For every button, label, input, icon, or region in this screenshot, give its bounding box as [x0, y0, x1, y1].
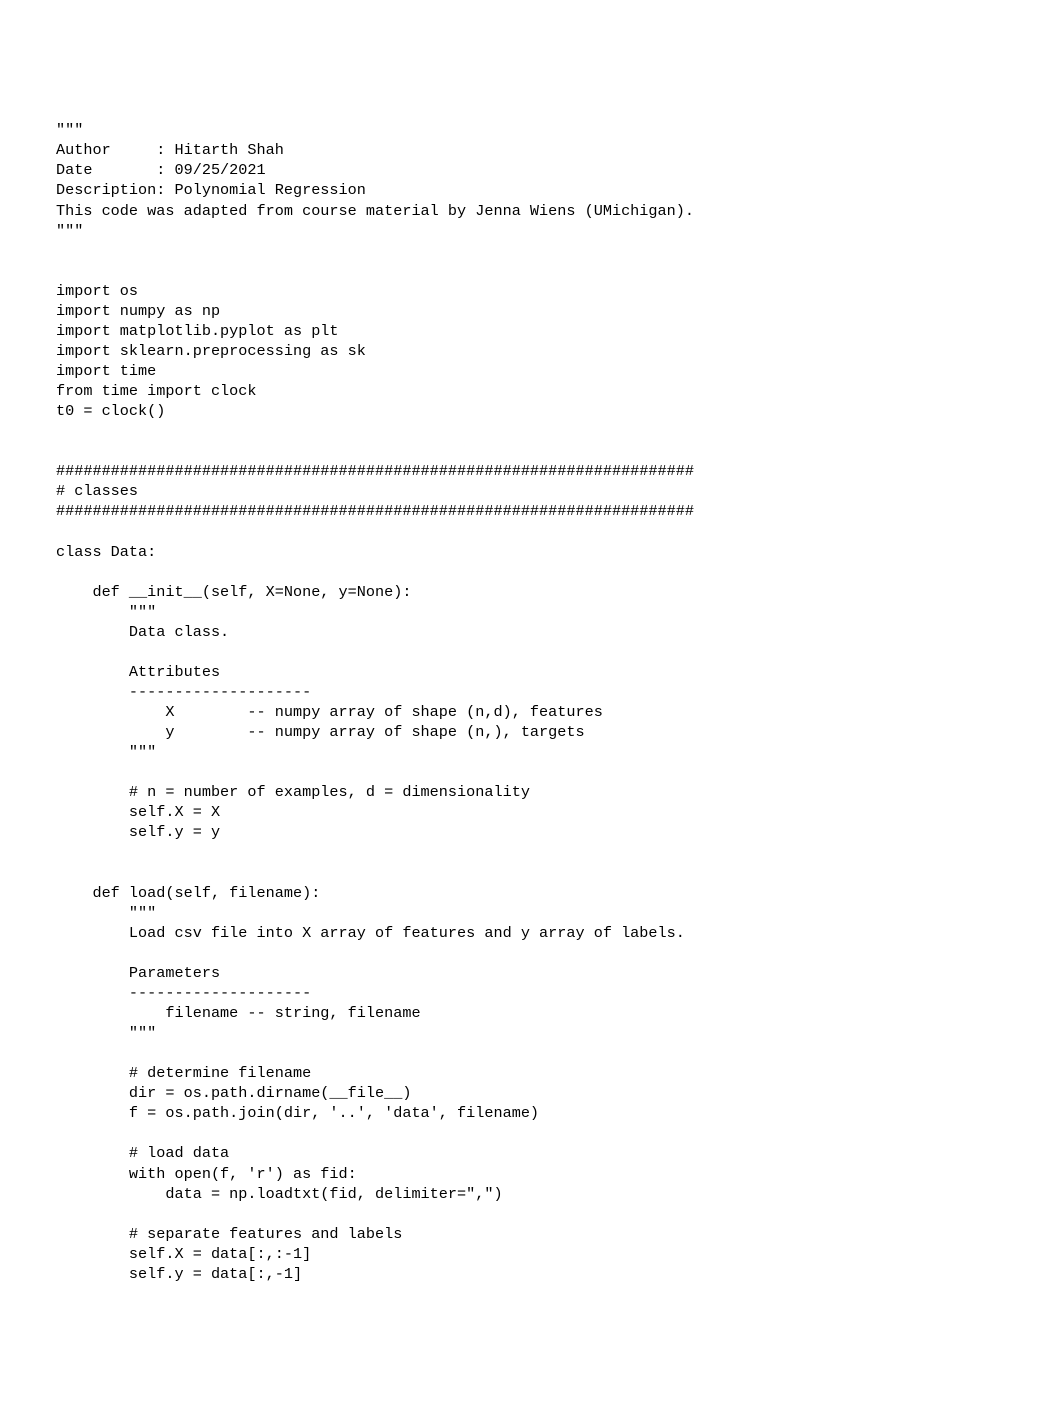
- code-line: def __init__(self, X=None, y=None):: [56, 582, 1022, 602]
- code-line: def load(self, filename):: [56, 883, 1022, 903]
- code-line: Parameters: [56, 963, 1022, 983]
- code-line: Description: Polynomial Regression: [56, 180, 1022, 200]
- code-line: Author : Hitarth Shah: [56, 140, 1022, 160]
- code-line: X -- numpy array of shape (n,d), feature…: [56, 702, 1022, 722]
- code-line: """: [56, 221, 1022, 241]
- code-line: self.y = y: [56, 822, 1022, 842]
- code-line: f = os.path.join(dir, '..', 'data', file…: [56, 1103, 1022, 1123]
- code-line: import os: [56, 281, 1022, 301]
- code-line: [56, 863, 1022, 883]
- code-line: self.y = data[:,-1]: [56, 1264, 1022, 1284]
- code-line: --------------------: [56, 983, 1022, 1003]
- code-line: [56, 642, 1022, 662]
- code-line: [56, 441, 1022, 461]
- code-line: filename -- string, filename: [56, 1003, 1022, 1023]
- code-line: ########################################…: [56, 461, 1022, 481]
- code-line: """: [56, 903, 1022, 923]
- code-line: # determine filename: [56, 1063, 1022, 1083]
- code-line: [56, 241, 1022, 261]
- code-line: import matplotlib.pyplot as plt: [56, 321, 1022, 341]
- code-line: [56, 522, 1022, 542]
- code-line: [56, 843, 1022, 863]
- code-line: Attributes: [56, 662, 1022, 682]
- code-line: # n = number of examples, d = dimensiona…: [56, 782, 1022, 802]
- code-line: self.X = X: [56, 802, 1022, 822]
- code-line: # classes: [56, 481, 1022, 501]
- code-line: import numpy as np: [56, 301, 1022, 321]
- code-line: from time import clock: [56, 381, 1022, 401]
- code-line: """: [56, 742, 1022, 762]
- code-line: This code was adapted from course materi…: [56, 201, 1022, 221]
- code-line: class Data:: [56, 542, 1022, 562]
- code-line: """: [56, 1023, 1022, 1043]
- code-line: with open(f, 'r') as fid:: [56, 1164, 1022, 1184]
- code-line: data = np.loadtxt(fid, delimiter=","): [56, 1184, 1022, 1204]
- code-line: [56, 943, 1022, 963]
- code-line: self.X = data[:,:-1]: [56, 1244, 1022, 1264]
- code-line: Load csv file into X array of features a…: [56, 923, 1022, 943]
- code-line: [56, 1204, 1022, 1224]
- code-line: """: [56, 602, 1022, 622]
- code-line: [56, 421, 1022, 441]
- code-line: # separate features and labels: [56, 1224, 1022, 1244]
- code-document: """Author : Hitarth ShahDate : 09/25/202…: [56, 120, 1022, 1284]
- code-line: import sklearn.preprocessing as sk: [56, 341, 1022, 361]
- code-line: """: [56, 120, 1022, 140]
- code-line: [56, 1123, 1022, 1143]
- code-line: Data class.: [56, 622, 1022, 642]
- code-line: [56, 1043, 1022, 1063]
- code-line: t0 = clock(): [56, 401, 1022, 421]
- code-line: [56, 762, 1022, 782]
- code-line: import time: [56, 361, 1022, 381]
- code-line: dir = os.path.dirname(__file__): [56, 1083, 1022, 1103]
- code-line: Date : 09/25/2021: [56, 160, 1022, 180]
- code-line: # load data: [56, 1143, 1022, 1163]
- code-line: --------------------: [56, 682, 1022, 702]
- code-line: [56, 562, 1022, 582]
- code-line: ########################################…: [56, 501, 1022, 521]
- code-line: [56, 261, 1022, 281]
- code-line: y -- numpy array of shape (n,), targets: [56, 722, 1022, 742]
